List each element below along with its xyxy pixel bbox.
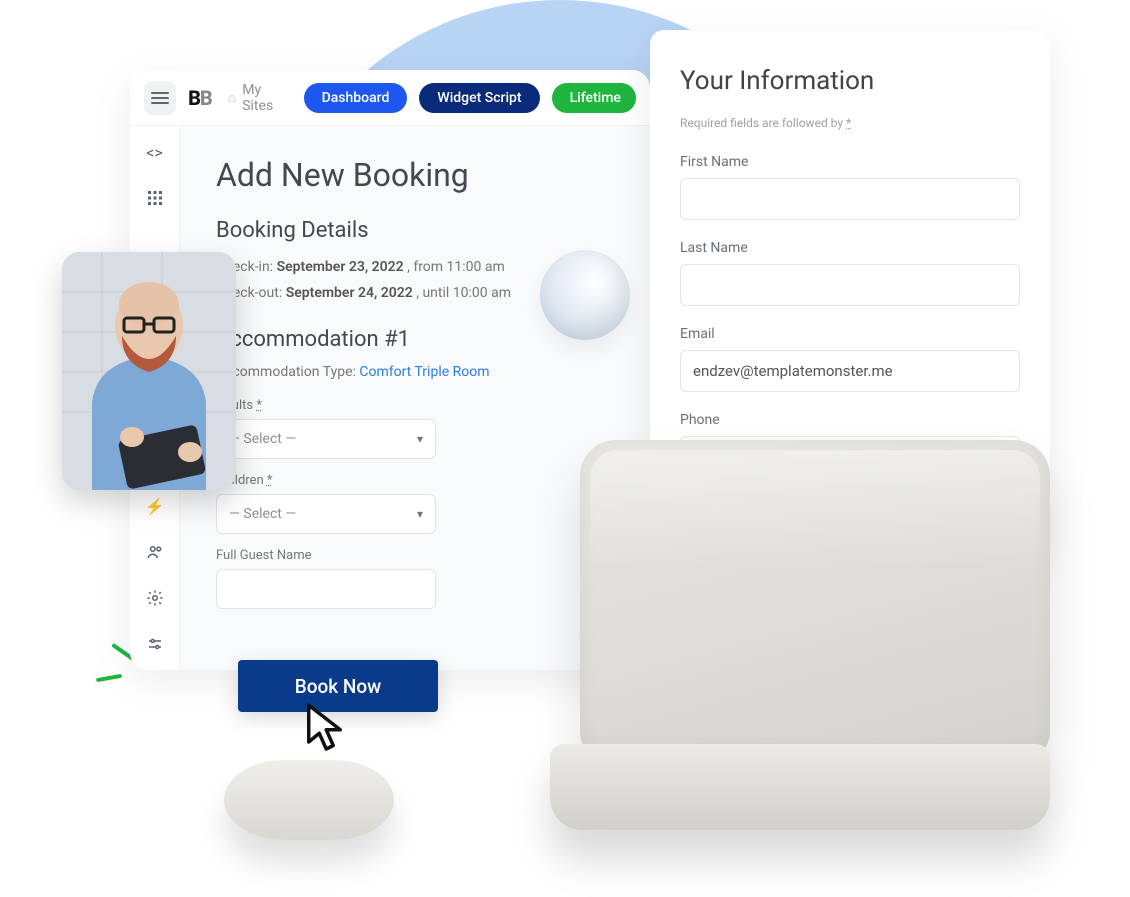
apps-icon[interactable] [145, 188, 165, 208]
person-thumbnail [62, 252, 236, 490]
decorative-mouse [224, 760, 394, 840]
first-name-input[interactable] [680, 178, 1020, 220]
my-sites-label: My Sites [242, 82, 291, 114]
email-label: Email [680, 326, 1020, 342]
chevron-down-icon: ▾ [417, 432, 423, 446]
adults-label: Adults * [216, 398, 614, 413]
adults-select[interactable]: — Select — ▾ [216, 419, 436, 459]
chevron-down-icon: ▾ [417, 507, 423, 521]
booking-details-heading: Booking Details [216, 218, 614, 243]
users-icon[interactable] [145, 542, 165, 562]
last-name-input[interactable] [680, 264, 1020, 306]
accommodation-type: Accommodation Type: Comfort Triple Room [216, 364, 614, 380]
accommodation-heading: Accommodation #1 [216, 327, 614, 352]
nav-dashboard[interactable]: Dashboard [304, 83, 408, 113]
email-input[interactable]: endzev@templatemonster.me [680, 350, 1020, 392]
nav-lifetime[interactable]: Lifetime [552, 83, 636, 113]
my-sites-link[interactable]: ⌂ My Sites [228, 82, 292, 114]
code-icon[interactable]: <> [145, 142, 165, 162]
decorative-sphere [540, 250, 630, 340]
adults-select-value: — Select — [229, 431, 296, 447]
page-title: Add New Booking [216, 156, 614, 194]
phone-label: Phone [680, 412, 1020, 428]
gear-icon[interactable] [145, 588, 165, 608]
admin-header: BB ⌂ My Sites Dashboard Widget Script Li… [130, 70, 650, 126]
bolt-icon[interactable]: ⚡ [145, 496, 165, 516]
first-name-label: First Name [680, 154, 1020, 170]
logo: BB [188, 86, 212, 110]
your-information-heading: Your Information [680, 66, 1020, 96]
sliders-icon[interactable] [145, 634, 165, 654]
last-name-label: Last Name [680, 240, 1020, 256]
full-guest-name-input[interactable] [216, 569, 436, 609]
menu-icon[interactable] [144, 81, 176, 115]
required-note: Required fields are followed by * [680, 116, 1020, 130]
cursor-icon [300, 700, 356, 760]
decorative-laptop [540, 440, 1060, 860]
accommodation-type-link[interactable]: Comfort Triple Room [359, 364, 489, 380]
children-select[interactable]: — Select — ▾ [216, 494, 436, 534]
children-select-value: — Select — [229, 506, 296, 522]
nav-widget-script[interactable]: Widget Script [419, 83, 539, 113]
house-icon: ⌂ [228, 89, 236, 106]
